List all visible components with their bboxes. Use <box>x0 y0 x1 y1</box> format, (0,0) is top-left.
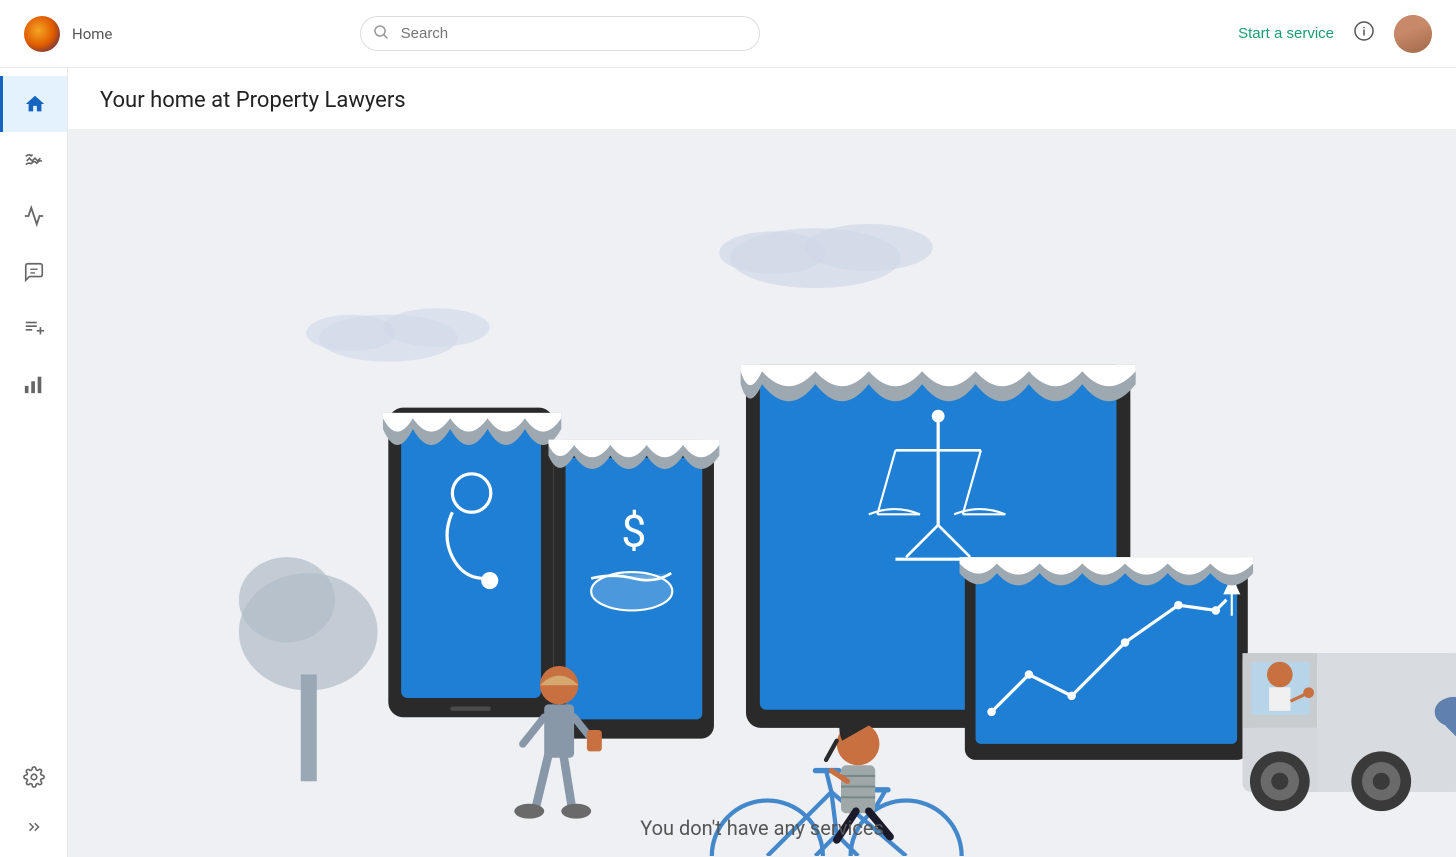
app-logo[interactable] <box>24 16 60 52</box>
hero-area: $ <box>68 130 1456 857</box>
home-link[interactable]: Home <box>72 25 112 43</box>
logo-area: Home <box>24 16 112 52</box>
no-services-text: You don't have any services <box>640 816 884 840</box>
user-avatar[interactable] <box>1394 15 1432 53</box>
sidebar-item-home[interactable] <box>0 76 67 132</box>
start-service-button[interactable]: Start a service <box>1238 25 1334 42</box>
search-icon <box>374 25 388 43</box>
illustration: $ <box>68 130 1456 857</box>
topnav: Home Start a service <box>0 0 1456 68</box>
search-input[interactable] <box>360 16 760 51</box>
sidebar-item-create[interactable] <box>0 300 67 356</box>
page-header: Your home at Property Lawyers <box>68 68 1456 130</box>
sidebar <box>0 68 68 857</box>
sidebar-item-settings[interactable] <box>23 749 45 805</box>
sidebar-item-analytics[interactable] <box>0 356 67 412</box>
search-wrapper <box>360 16 760 51</box>
main-layout: Your home at Property Lawyers <box>0 68 1456 857</box>
sidebar-item-messages[interactable] <box>0 244 67 300</box>
info-icon[interactable] <box>1354 21 1374 46</box>
sidebar-item-services[interactable] <box>0 132 67 188</box>
nav-right: Start a service <box>1238 15 1432 53</box>
page-title: Your home at Property Lawyers <box>100 88 1424 113</box>
content-area: Your home at Property Lawyers <box>68 68 1456 857</box>
sidebar-expand-button[interactable] <box>23 805 45 849</box>
svg-text:$: $ <box>621 504 646 557</box>
sidebar-bottom <box>23 749 45 849</box>
sidebar-item-activity[interactable] <box>0 188 67 244</box>
